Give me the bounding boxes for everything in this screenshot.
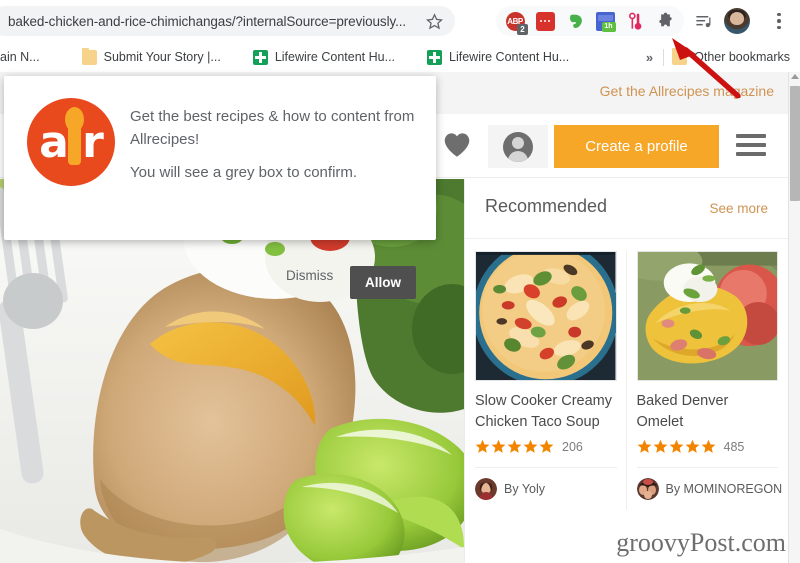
bookmark-label: Lifewire Content Hu...	[449, 50, 570, 64]
star-icon	[539, 439, 554, 454]
recommended-cards: Slow Cooker Creamy Chicken Taco Soup 206	[465, 239, 789, 511]
recipe-card-image[interactable]	[475, 251, 617, 381]
url-text[interactable]: baked-chicken-and-rice-chimichangas/?int…	[0, 14, 417, 29]
bookmark-item-3[interactable]: Lifewire Content Hu...	[418, 45, 578, 69]
star-icon	[523, 439, 538, 454]
star-icon	[637, 439, 651, 454]
blue-tab-extension-icon[interactable]: 1h	[590, 6, 620, 36]
blue-tab-badge: 1h	[601, 21, 616, 32]
thermometer-extension-icon[interactable]	[620, 6, 650, 36]
recommended-sidebar: Recommended See more Slow Cooker Creamy …	[464, 179, 788, 563]
scroll-up-arrow-icon[interactable]	[791, 74, 799, 79]
bookmark-label: ain N...	[0, 50, 40, 64]
abp-badge-count: 2	[517, 24, 528, 35]
red-dots-extension-icon[interactable]	[530, 6, 560, 36]
bookmark-item-1[interactable]: Submit Your Story |...	[73, 45, 230, 69]
browser-toolbar: baked-chicken-and-rice-chimichangas/?int…	[0, 0, 800, 42]
star-icon	[701, 439, 715, 454]
media-playlist-icon[interactable]	[688, 6, 718, 36]
green-plus-icon	[427, 49, 443, 65]
hamburger-menu-icon[interactable]	[736, 134, 766, 156]
address-bar[interactable]: baked-chicken-and-rice-chimichangas/?int…	[0, 6, 455, 36]
allow-button[interactable]: Allow	[350, 266, 416, 299]
denver-omelet-photo	[637, 252, 777, 380]
elephant-glyph	[566, 12, 585, 31]
author-avatar	[636, 478, 659, 501]
user-avatar-icon	[503, 131, 533, 162]
red-dots-glyph	[535, 11, 555, 31]
spoon-handle-icon	[68, 109, 81, 165]
green-plus-icon	[252, 49, 268, 65]
star-icon	[475, 439, 490, 454]
account-avatar-button[interactable]	[488, 125, 548, 168]
allrecipes-logo: a r	[27, 98, 115, 186]
see-more-link[interactable]: See more	[709, 201, 768, 216]
author-name: By Yoly	[504, 482, 546, 497]
chrome-profile-avatar[interactable]	[724, 8, 750, 34]
puzzle-glyph	[656, 12, 675, 31]
author-photo	[475, 478, 497, 501]
bookmark-label: Submit Your Story |...	[103, 50, 221, 64]
rating-count: 206	[562, 439, 583, 454]
recommended-title: Recommended	[485, 196, 608, 216]
screenshot-root: baked-chicken-and-rice-chimichangas/?int…	[0, 0, 800, 563]
notification-subtext: You will see a grey box to confirm.	[130, 164, 358, 181]
rating-count: 485	[723, 439, 745, 454]
page-scrollbar[interactable]	[788, 72, 800, 563]
author-photo	[636, 478, 659, 501]
three-dot-menu-icon[interactable]	[764, 6, 794, 36]
star-icon	[685, 439, 699, 454]
star-icon	[491, 439, 506, 454]
recipe-card-author[interactable]: By Yoly	[475, 467, 617, 501]
recipe-card-author[interactable]: By MOMINOREGON	[636, 467, 782, 501]
bookmarks-bar: ain N... Submit Your Story |... Lifewire…	[0, 42, 800, 72]
recipe-card[interactable]: Baked Denver Omelet 485 By MOMINOREGON	[627, 251, 789, 501]
bookmarks-overflow-chevron[interactable]: »	[636, 50, 663, 65]
bookmark-label: Lifewire Content Hu...	[274, 50, 396, 64]
other-bookmarks-button[interactable]: Other bookmarks	[664, 47, 800, 65]
folder-icon	[672, 47, 688, 65]
extensions-puzzle-icon[interactable]	[650, 6, 680, 36]
dismiss-button[interactable]: Dismiss	[286, 268, 333, 283]
star-rating	[637, 439, 716, 454]
bookmark-item-2[interactable]: Lifewire Content Hu...	[244, 45, 404, 69]
heart-icon[interactable]	[443, 132, 471, 160]
taco-soup-photo	[476, 252, 616, 380]
notification-permission-popup: a r Get the best recipes & how to conten…	[4, 76, 436, 299]
recipe-card-title[interactable]: Slow Cooker Creamy Chicken Taco Soup	[475, 391, 617, 432]
recipe-card-rating: 206	[475, 439, 617, 454]
create-profile-button[interactable]: Create a profile	[554, 125, 719, 168]
magazine-link[interactable]: Get the Allrecipes magazine	[600, 83, 774, 99]
author-name: By MOMINOREGON	[665, 482, 783, 497]
bookmark-item-0[interactable]: ain N...	[0, 45, 49, 69]
evernote-extension-icon[interactable]	[560, 6, 590, 36]
bookmark-star-icon[interactable]	[417, 6, 451, 36]
recipe-card[interactable]: Slow Cooker Creamy Chicken Taco Soup 206	[465, 251, 627, 511]
recipe-card-title[interactable]: Baked Denver Omelet	[637, 391, 779, 432]
extensions-pill: ABP 2 1h	[496, 6, 684, 36]
star-icon	[507, 439, 522, 454]
scrollbar-thumb[interactable]	[790, 86, 800, 201]
folder-icon	[81, 47, 97, 65]
watermark: groovyPost.com	[616, 528, 786, 557]
other-bookmarks-label: Other bookmarks	[694, 50, 790, 64]
star-rating	[475, 439, 554, 454]
star-icon	[653, 439, 667, 454]
notification-headline: Get the best recipes & how to content fr…	[130, 108, 415, 148]
star-icon	[669, 439, 683, 454]
blue-tab-glyph: 1h	[595, 11, 616, 32]
recommended-header: Recommended See more	[465, 179, 788, 239]
avatar-face	[730, 12, 744, 25]
adblock-plus-extension-icon[interactable]: ABP 2	[500, 6, 530, 36]
author-avatar	[475, 478, 497, 501]
recipe-card-image[interactable]	[636, 251, 778, 381]
recipe-card-rating: 485	[637, 439, 779, 454]
thermometer-glyph	[626, 12, 645, 31]
